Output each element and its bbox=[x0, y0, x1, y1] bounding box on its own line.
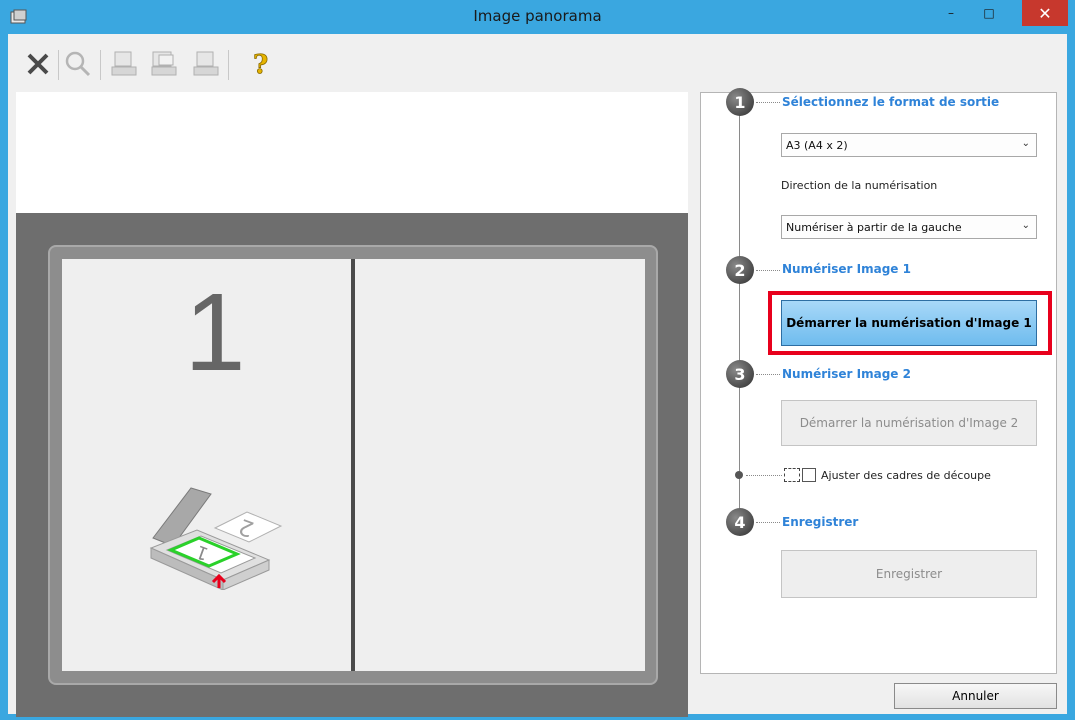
scan-direction-value: Numériser à partir de la gauche bbox=[786, 220, 962, 234]
toolbar-separator bbox=[58, 50, 59, 80]
toolbar-separator bbox=[100, 50, 101, 80]
step-3-badge: 3 bbox=[726, 360, 754, 388]
crop-frame-icon bbox=[784, 468, 800, 482]
step-2-label: Numériser Image 1 bbox=[782, 262, 911, 276]
minimize-button[interactable]: – bbox=[934, 0, 968, 26]
output-format-value: A3 (A4 x 2) bbox=[786, 138, 848, 152]
cancel-button[interactable]: Annuler bbox=[894, 683, 1057, 709]
help-icon[interactable]: ? bbox=[246, 48, 278, 80]
scanner-c-icon[interactable] bbox=[190, 48, 222, 80]
scan-direction-select[interactable]: Numériser à partir de la gauche ⌄ bbox=[781, 215, 1037, 239]
info-area bbox=[16, 92, 688, 213]
scan-image-2-button[interactable]: Démarrer la numérisation d'Image 2 bbox=[781, 400, 1037, 446]
crop-frames-label: Ajuster des cadres de découpe bbox=[821, 469, 991, 482]
save-button[interactable]: Enregistrer bbox=[781, 550, 1037, 598]
window-title: Image panorama bbox=[473, 7, 602, 25]
step-2-badge: 2 bbox=[726, 256, 754, 284]
scanner-b-icon[interactable] bbox=[148, 48, 180, 80]
toolbar-separator bbox=[228, 50, 229, 80]
maximize-button[interactable]: □ bbox=[972, 0, 1006, 26]
close-window-button[interactable]: ✕ bbox=[1022, 0, 1068, 26]
page-number: 1 bbox=[184, 271, 246, 394]
step-4-connector bbox=[756, 522, 780, 523]
maximize-icon: □ bbox=[983, 6, 995, 20]
scan-direction-label: Direction de la numérisation bbox=[781, 179, 938, 192]
timeline-line bbox=[739, 106, 740, 526]
scanner-illustration: 2 1 bbox=[149, 487, 283, 590]
step-3-connector bbox=[756, 374, 780, 375]
output-format-select[interactable]: A3 (A4 x 2) ⌄ bbox=[781, 133, 1037, 157]
step-1-connector bbox=[756, 102, 780, 103]
step-1-badge: 1 bbox=[726, 88, 754, 116]
sheet-divider bbox=[351, 259, 355, 671]
scan-image-1-button[interactable]: Démarrer la numérisation d'Image 1 bbox=[781, 300, 1037, 346]
minimize-icon: – bbox=[948, 6, 954, 20]
zoom-icon[interactable] bbox=[62, 48, 94, 80]
step-4-label: Enregistrer bbox=[782, 515, 859, 529]
chevron-down-icon: ⌄ bbox=[1021, 138, 1030, 149]
close-window-icon: ✕ bbox=[1038, 3, 1052, 23]
crop-connector bbox=[746, 475, 782, 476]
scanner-a-icon[interactable] bbox=[108, 48, 140, 80]
step-1-label: Sélectionnez le format de sortie bbox=[782, 95, 1000, 109]
title-bar: Image panorama – □ ✕ bbox=[0, 0, 1075, 34]
crop-bullet bbox=[735, 471, 743, 479]
chevron-down-icon: ⌄ bbox=[1021, 220, 1030, 231]
svg-text:?: ? bbox=[253, 50, 268, 79]
step-2-connector bbox=[756, 270, 780, 271]
close-icon[interactable] bbox=[22, 48, 54, 80]
crop-frames-checkbox[interactable] bbox=[802, 468, 816, 482]
step-4-badge: 4 bbox=[726, 508, 754, 536]
step-3-label: Numériser Image 2 bbox=[782, 367, 911, 381]
toolbar: ? bbox=[8, 34, 688, 92]
